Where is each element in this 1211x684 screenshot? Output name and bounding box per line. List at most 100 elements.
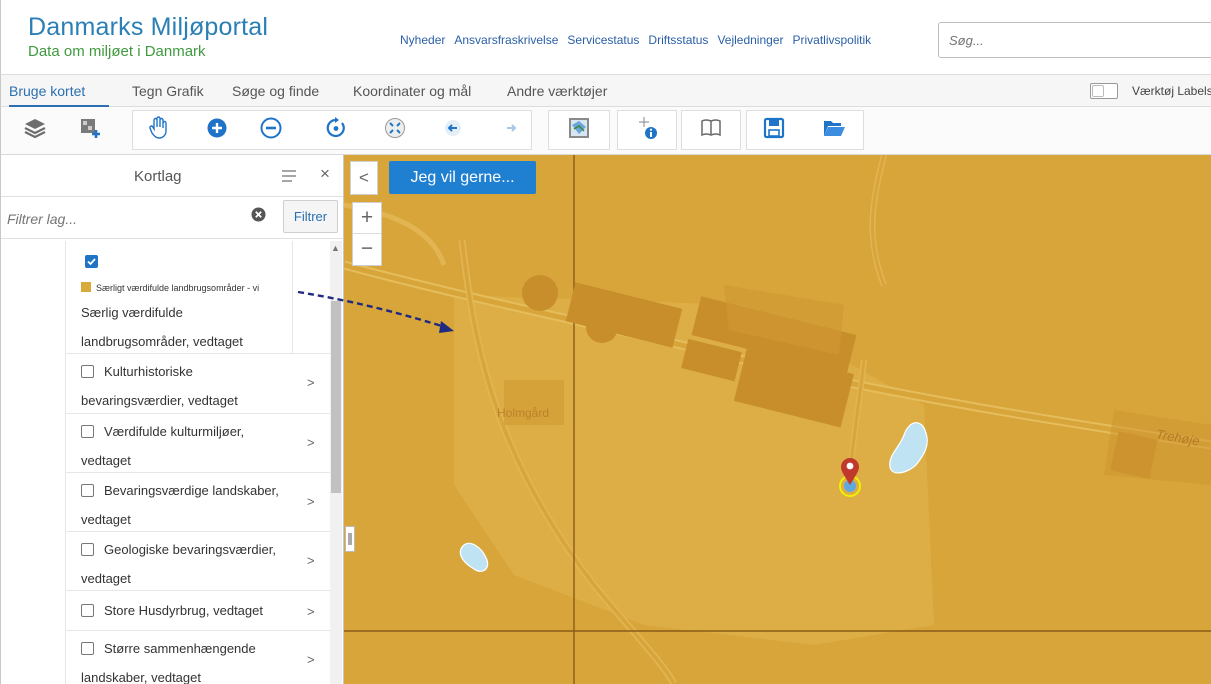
layer-filter-row: Filtrer <box>1 197 343 239</box>
list-menu-icon[interactable] <box>282 170 296 182</box>
refresh-button[interactable] <box>323 115 349 141</box>
header: Danmarks Miljøportal Data om miljøet i D… <box>0 0 1211 74</box>
nav-link-vejledninger[interactable]: Vejledninger <box>717 33 783 47</box>
zoom-out-button[interactable]: − <box>353 234 381 265</box>
book-icon <box>701 119 721 137</box>
legend-label: Særligt værdifulde landbrugsområder - vi <box>96 283 260 293</box>
zoom-in-tool-button[interactable] <box>204 115 230 141</box>
scroll-up-arrow-icon[interactable]: ▲ <box>331 243 340 253</box>
layer-checkbox[interactable] <box>81 484 94 497</box>
layers-button[interactable] <box>22 115 48 141</box>
layer-list-scrollbar[interactable]: ▲ <box>330 241 342 684</box>
layer-label: Særlig værdifulde landbrugsområder, vedt… <box>81 298 243 356</box>
chevron-right-icon[interactable]: > <box>307 604 315 619</box>
chevron-right-icon[interactable]: > <box>307 494 315 509</box>
layers-panel-title: Kortlag <box>134 168 182 185</box>
tab-andre-vaerktoejer[interactable]: Andre værktøjer <box>507 83 607 99</box>
layer-label: Geologiske bevaringsværdier, vedtaget <box>81 535 276 593</box>
tab-soege-og-finde[interactable]: Søge og finde <box>232 83 319 99</box>
back-button[interactable] <box>440 115 466 141</box>
layer-checkbox[interactable] <box>81 425 94 438</box>
layer-item[interactable]: Større sammenhængende landskaber, vedtag… <box>66 631 330 684</box>
zoom-in-button[interactable]: + <box>353 203 381 234</box>
layer-label-line1: Kulturhistoriske <box>104 364 193 379</box>
i-want-to-button[interactable]: Jeg vil gerne... <box>389 161 536 194</box>
forward-button[interactable] <box>498 115 524 141</box>
save-icon <box>763 117 785 139</box>
tab-bar: Bruge kortet Tegn Grafik Søge og finde K… <box>0 74 1211 108</box>
save-button[interactable] <box>761 115 787 141</box>
nav-link-servicestatus[interactable]: Servicestatus <box>567 33 639 47</box>
chevron-right-icon[interactable]: > <box>307 375 315 390</box>
layer-item[interactable]: Store Husdyrbrug, vedtaget > <box>66 591 330 631</box>
bookmarks-button[interactable] <box>698 115 724 141</box>
top-nav: Nyheder Ansvarsfraskrivelse Servicestatu… <box>400 33 871 47</box>
map-print-icon <box>569 118 589 138</box>
refresh-icon <box>326 117 345 138</box>
nav-link-privatlivspolitik[interactable]: Privatlivspolitik <box>793 33 872 47</box>
layer-label-line2: vedtaget <box>81 571 131 586</box>
collapse-panel-button[interactable]: < <box>350 161 378 195</box>
layer-label-line2: landbrugsområder, vedtaget <box>81 334 243 349</box>
scroll-thumb[interactable] <box>331 301 341 493</box>
layer-item[interactable]: Bevaringsværdige landskaber, vedtaget > <box>66 473 330 532</box>
open-button[interactable] <box>821 115 847 141</box>
layer-divider <box>292 241 293 354</box>
layers-icon <box>24 119 46 139</box>
layer-item[interactable]: Geologiske bevaringsværdier, vedtaget > <box>66 532 330 591</box>
tool-labels-label: Værktøj Labels <box>1132 84 1211 98</box>
identify-icon <box>639 117 657 139</box>
add-data-icon <box>81 119 100 138</box>
layer-checkbox[interactable] <box>81 604 94 617</box>
add-data-button[interactable] <box>77 115 103 141</box>
tab-tegn-grafik[interactable]: Tegn Grafik <box>132 83 204 99</box>
nav-link-driftsstatus[interactable]: Driftsstatus <box>648 33 708 47</box>
layer-label-line1: Værdifulde kulturmiljøer, <box>104 424 245 439</box>
chevron-right-icon[interactable]: > <box>307 435 315 450</box>
map-print-button[interactable] <box>566 115 592 141</box>
nav-link-nyheder[interactable]: Nyheder <box>400 33 445 47</box>
pan-hand-icon <box>149 116 167 139</box>
tab-bruge-kortet[interactable]: Bruge kortet <box>9 83 85 99</box>
tab-koordinater-og-maal[interactable]: Koordinater og mål <box>353 83 471 99</box>
layer-list: Særligt værdifulde landbrugsområder - vi… <box>65 241 330 684</box>
map-toolbar <box>0 107 1211 155</box>
layer-filter-input[interactable] <box>7 207 277 231</box>
chevron-right-icon[interactable]: > <box>307 553 315 568</box>
full-extent-icon <box>385 118 405 138</box>
layer-checkbox[interactable] <box>81 365 94 378</box>
panel-resize-handle[interactable] <box>345 526 355 552</box>
full-extent-button[interactable] <box>382 115 408 141</box>
brand-logo[interactable]: Danmarks Miljøportal Data om miljøet i D… <box>28 14 268 61</box>
layer-label-line2: vedtaget <box>81 453 131 468</box>
layer-item[interactable]: Værdifulde kulturmiljøer, vedtaget > <box>66 414 330 473</box>
layer-label: Bevaringsværdige landskaber, vedtaget <box>81 476 279 534</box>
clear-filter-icon[interactable] <box>251 207 266 222</box>
map-view[interactable]: < Jeg vil gerne... + − Holmgård Trehøje <box>344 155 1211 684</box>
zoom-out-tool-button[interactable] <box>258 115 284 141</box>
layer-checkbox[interactable] <box>85 255 98 268</box>
nav-link-ansvarsfraskrivelse[interactable]: Ansvarsfraskrivelse <box>454 33 558 47</box>
layer-label-line1: Store Husdyrbrug, vedtaget <box>104 603 263 618</box>
brand-title: Danmarks Miljøportal <box>28 13 269 41</box>
layer-item[interactable]: Kulturhistoriske bevaringsværdier, vedta… <box>66 354 330 414</box>
layer-label-line1: Særlig værdifulde <box>81 305 183 320</box>
pan-button[interactable] <box>146 115 172 141</box>
layer-checkbox[interactable] <box>81 642 94 655</box>
search-input[interactable] <box>938 22 1211 58</box>
chevron-right-icon[interactable]: > <box>307 652 315 667</box>
layers-panel-header: Kortlag × <box>1 155 343 197</box>
close-panel-icon[interactable]: × <box>320 164 330 184</box>
layer-label-line1: Bevaringsværdige landskaber, <box>104 483 279 498</box>
filter-button[interactable]: Filtrer <box>283 200 338 233</box>
layer-label-line2: bevaringsværdier, vedtaget <box>81 393 238 408</box>
layer-item[interactable]: Særligt værdifulde landbrugsområder - vi… <box>66 241 330 354</box>
place-label-holmgaard: Holmgård <box>497 406 550 420</box>
tool-labels-toggle[interactable] <box>1090 83 1118 99</box>
layer-checkbox[interactable] <box>81 543 94 556</box>
layer-label-line1: Geologiske bevaringsværdier, <box>104 542 276 557</box>
back-icon <box>445 120 461 136</box>
identify-button[interactable] <box>634 115 660 141</box>
layer-label-line2: vedtaget <box>81 512 131 527</box>
zoom-out-icon <box>260 117 282 139</box>
